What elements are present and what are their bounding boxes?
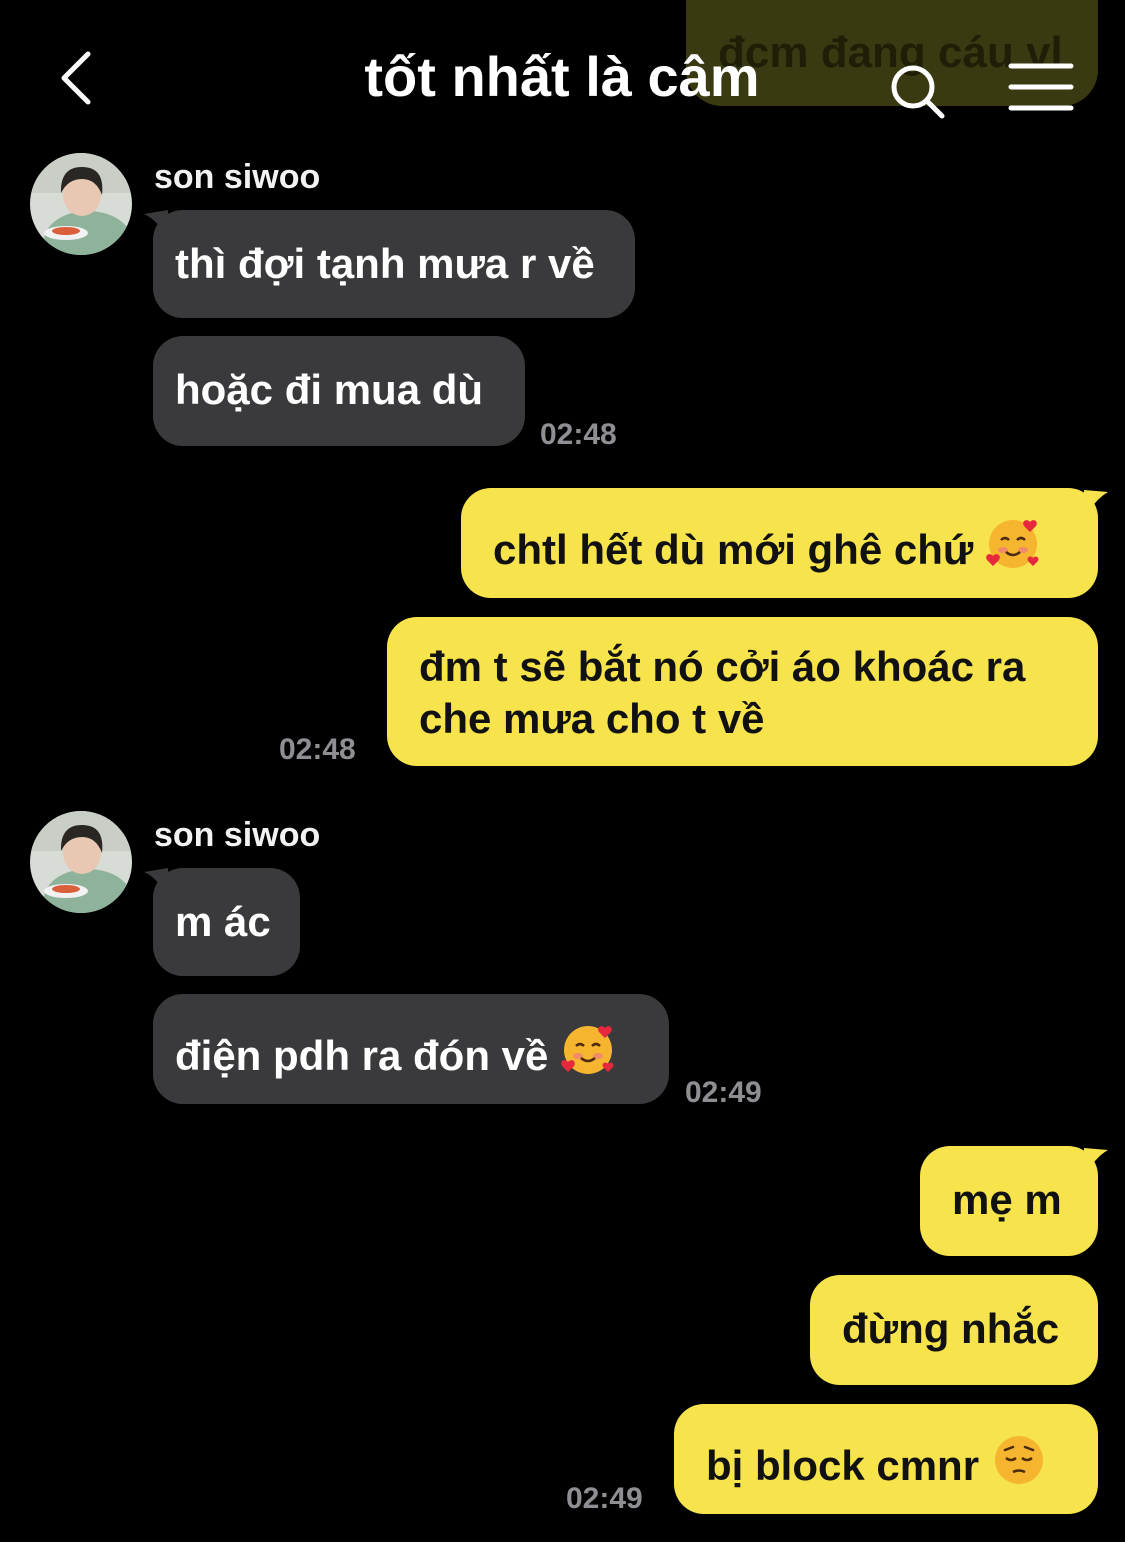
pensive-face-icon (994, 1436, 1043, 1484)
outgoing-message[interactable]: bị block cmnr (674, 1404, 1098, 1514)
avatar[interactable] (30, 153, 132, 255)
timestamp: 02:48 (540, 418, 617, 451)
outgoing-message[interactable]: mẹ m (920, 1146, 1098, 1256)
incoming-message[interactable]: m ác (153, 868, 300, 976)
sender-name: son siwoo (154, 816, 321, 854)
timestamp: 02:48 (279, 733, 356, 766)
incoming-message[interactable]: hoặc đi mua dù (153, 336, 525, 446)
menu-icon[interactable] (1008, 62, 1074, 112)
chat-title: tốt nhất là câm (364, 45, 760, 108)
smiling-face-with-hearts-icon (986, 520, 1039, 568)
outgoing-message[interactable]: đm t sẽ bắt nó cởi áo khoác ra che mưa c… (387, 617, 1098, 766)
outgoing-message[interactable]: đừng nhắc (810, 1275, 1098, 1385)
incoming-message[interactable]: điện pdh ra đón về (153, 994, 669, 1104)
timestamp: 02:49 (566, 1482, 643, 1515)
sender-name: son siwoo (154, 158, 321, 196)
incoming-message[interactable]: thì đợi tạnh mưa r về (153, 210, 635, 318)
search-icon[interactable] (888, 62, 948, 122)
timestamp: 02:49 (685, 1076, 762, 1109)
chevron-left-icon[interactable] (56, 48, 106, 108)
outgoing-message[interactable]: chtl hết dù mới ghê chứ (461, 488, 1098, 598)
avatar[interactable] (30, 811, 132, 913)
smiling-face-with-hearts-icon (561, 1026, 614, 1074)
